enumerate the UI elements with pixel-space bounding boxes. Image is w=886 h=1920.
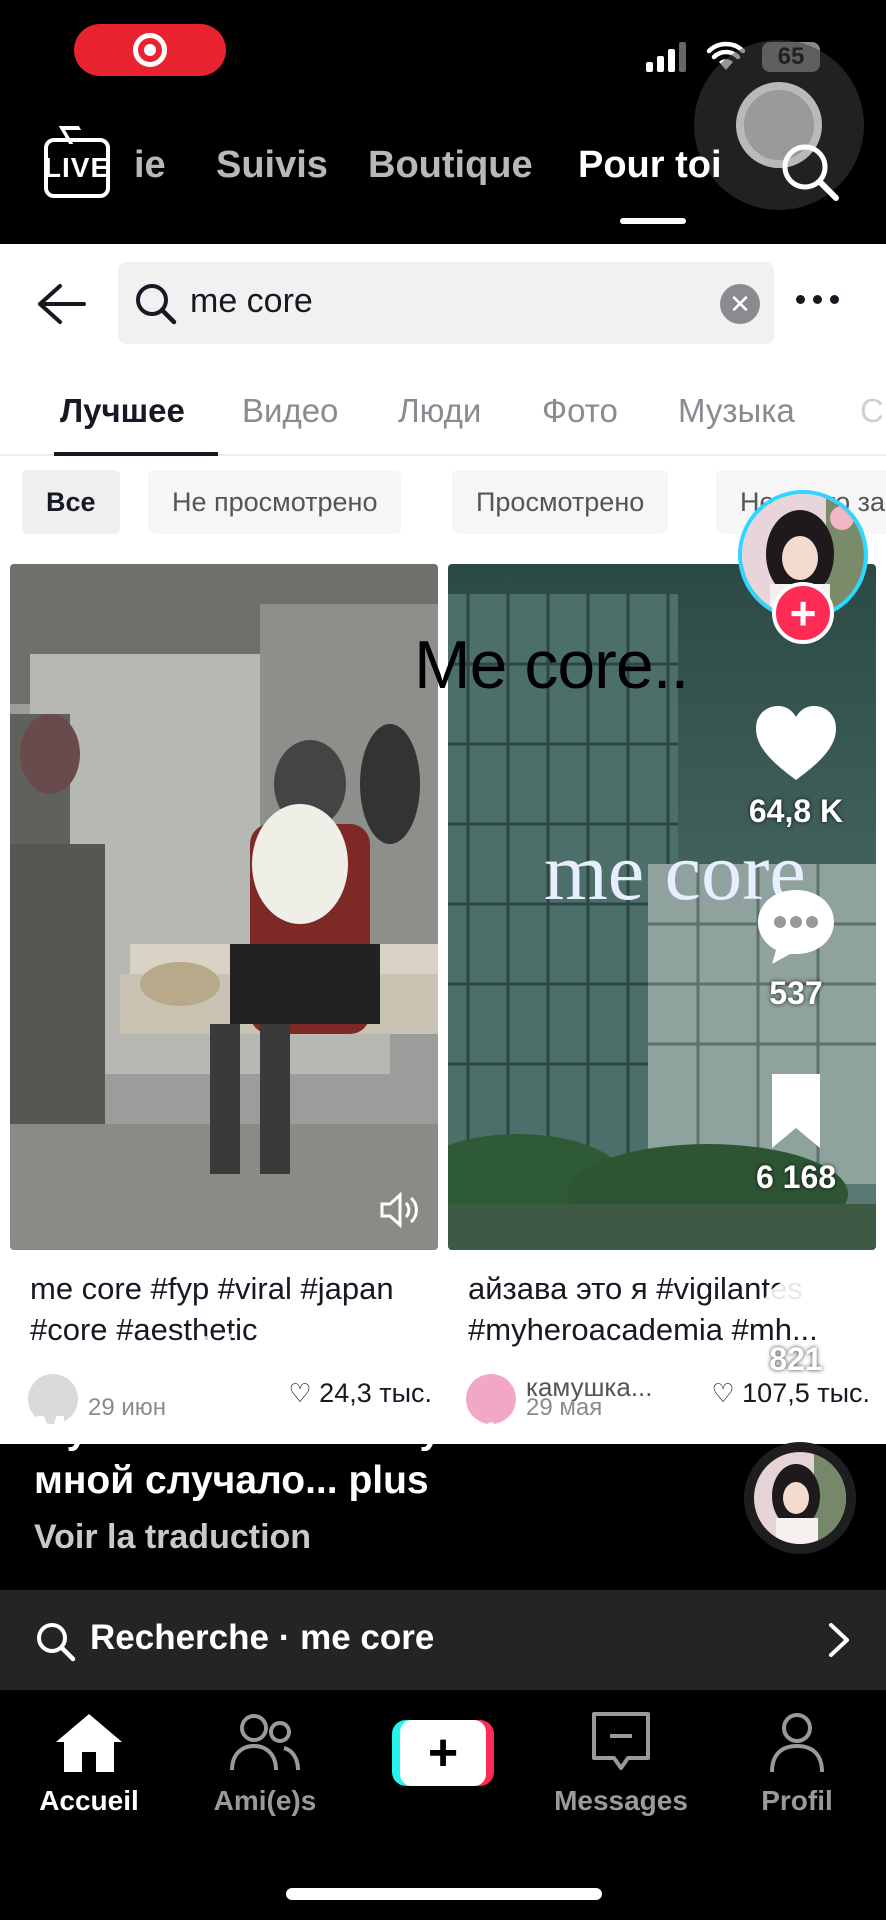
chip-viewed[interactable]: Просмотрено	[452, 470, 669, 534]
back-arrow-icon[interactable]	[36, 282, 88, 326]
search-query: me core	[190, 282, 313, 320]
nav-profile[interactable]: Profil	[712, 1710, 882, 1817]
music-note-icon	[40, 1344, 99, 1374]
translate-link[interactable]: Voir la traduction	[34, 1518, 311, 1557]
more-options-icon[interactable]	[796, 284, 846, 314]
tab-people[interactable]: Люди	[398, 392, 481, 430]
plus-icon: +	[400, 1720, 486, 1786]
bottom-navigation: Accueil Ami(e)s + Messages Profil	[0, 1690, 886, 1920]
search-header: me core ✕	[0, 244, 886, 364]
nav-friends[interactable]: Ami(e)s	[180, 1710, 350, 1817]
video-username[interactable]: beautiful_moon.	[110, 1328, 403, 1371]
share-count: 821	[769, 1341, 823, 1377]
active-tab-underline	[54, 452, 218, 456]
comment-button[interactable]: 537	[740, 886, 852, 1012]
share-icon	[758, 1258, 834, 1324]
nav-messages[interactable]: Messages	[536, 1710, 706, 1817]
save-count: 6 168	[755, 1159, 837, 1195]
friends-icon	[230, 1714, 300, 1771]
clear-icon[interactable]: ✕	[720, 284, 760, 324]
inbox-icon	[592, 1712, 650, 1770]
video-description[interactable]: Музыка это самое лучшее что со мной случ…	[34, 1406, 714, 1506]
comment-count: 537	[769, 975, 823, 1011]
heart-icon: ♡	[288, 1378, 312, 1408]
like-count: 64,8 K	[748, 793, 844, 829]
tab-music[interactable]: Музыка	[678, 392, 795, 430]
search-input[interactable]: me core ✕	[118, 262, 774, 344]
search-icon[interactable]	[778, 140, 842, 204]
chip-not-viewed[interactable]: Не просмотрено	[148, 470, 402, 534]
profile-icon	[770, 1713, 824, 1773]
result-tabs: Лучшее Видео Люди Фото Музыка С	[0, 380, 886, 456]
like-button[interactable]: 64,8 K	[740, 704, 852, 830]
tab-partial[interactable]: С	[860, 392, 884, 430]
feed-tabs: LIVE ie Suivis Boutique Pour toi	[0, 130, 886, 230]
chevron-right-icon	[829, 1623, 849, 1657]
share-button[interactable]: 821	[740, 1252, 852, 1378]
nav-friends-label: Ami(e)s	[213, 1785, 317, 1816]
create-button[interactable]: +	[392, 1720, 494, 1786]
save-button[interactable]: 6 168	[740, 1070, 852, 1196]
live-icon[interactable]: LIVE	[44, 138, 110, 198]
nav-home-label: Accueil	[39, 1785, 139, 1816]
record-icon	[133, 33, 167, 67]
home-indicator[interactable]	[286, 1888, 602, 1900]
home-icon	[56, 1714, 122, 1772]
video-card[interactable]: me core #fyp #viral #japan #core #aesthe…	[10, 564, 438, 1444]
like-count: ♡ 24,3 тыс.	[288, 1378, 432, 1408]
tab-pour-toi[interactable]: Pour toi	[578, 144, 722, 187]
video-thumbnail	[10, 564, 438, 1250]
tab-partial[interactable]: ie	[134, 144, 166, 187]
heart-icon: ♡	[711, 1378, 735, 1408]
heart-icon	[756, 706, 836, 780]
bookmark-icon	[772, 1074, 820, 1148]
nav-messages-label: Messages	[554, 1785, 688, 1816]
follow-button[interactable]: +	[772, 582, 834, 644]
nav-home[interactable]: Accueil	[4, 1710, 174, 1817]
search-icon	[136, 284, 177, 325]
tab-photos[interactable]: Фото	[542, 392, 618, 430]
nav-profile-label: Profil	[761, 1785, 833, 1816]
music-disc-avatar[interactable]	[744, 1442, 856, 1554]
tab-videos[interactable]: Видео	[242, 392, 338, 430]
cellular-signal-icon	[646, 42, 686, 72]
chip-all[interactable]: Все	[22, 470, 120, 534]
status-bar: 65	[0, 0, 886, 210]
tab-boutique[interactable]: Boutique	[368, 144, 533, 187]
sound-icon[interactable]	[378, 1190, 422, 1230]
search-suggestion-bar[interactable]: Recherche · me core	[0, 1590, 886, 1690]
search-icon	[37, 1623, 76, 1662]
screen-recording-indicator[interactable]	[74, 24, 226, 76]
tab-suivis[interactable]: Suivis	[216, 144, 328, 187]
search-suggestion-text: Recherche · me core	[90, 1618, 435, 1657]
like-count: ♡ 107,5 тыс.	[711, 1378, 870, 1408]
active-tab-underline	[620, 218, 686, 224]
tab-top[interactable]: Лучшее	[60, 392, 185, 430]
video-overlay-title: Me core..	[414, 627, 689, 703]
comment-icon	[758, 890, 834, 964]
more-link[interactable]: plus	[348, 1459, 428, 1502]
